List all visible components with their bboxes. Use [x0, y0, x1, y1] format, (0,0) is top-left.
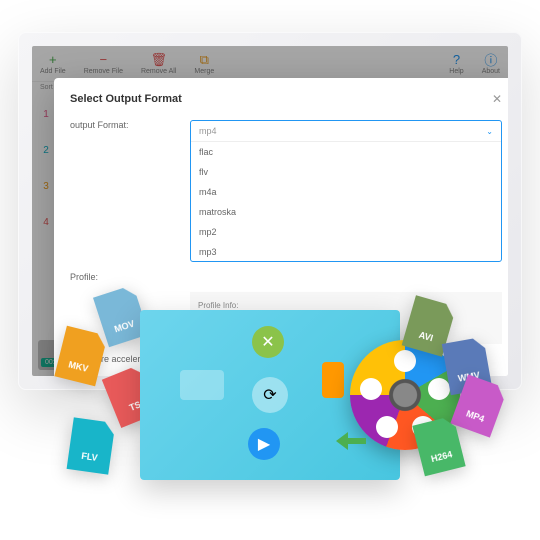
modal-title: Select Output Format	[70, 93, 182, 105]
option-mp3[interactable]: mp3	[191, 242, 501, 261]
option-flv[interactable]: flv	[191, 162, 501, 182]
xbox-icon: ✕	[252, 326, 284, 358]
option-flac[interactable]: flac	[191, 142, 501, 162]
option-mp2[interactable]: mp2	[191, 222, 501, 242]
close-button[interactable]: ✕	[492, 92, 502, 106]
file-tag-flv: FLV	[67, 417, 116, 474]
phone-icon	[322, 362, 344, 398]
option-matroska[interactable]: matroska	[191, 202, 501, 222]
refresh-icon: ⟳	[252, 377, 288, 413]
chevron-down-icon: ⌄	[486, 127, 493, 136]
output-format-select[interactable]: mp4 ⌄ flac flv m4a matroska mp2 mp3 mp4 m…	[190, 120, 502, 262]
selected-value: mp4	[199, 126, 217, 136]
output-format-label: output Format:	[70, 120, 190, 130]
format-dropdown: flac flv m4a matroska mp2 mp3 mp4 mpeg	[191, 141, 501, 261]
tablet-icon	[180, 370, 224, 400]
playstation-icon: ▶	[248, 428, 280, 460]
profile-label: Profile:	[70, 272, 190, 282]
option-m4a[interactable]: m4a	[191, 182, 501, 202]
